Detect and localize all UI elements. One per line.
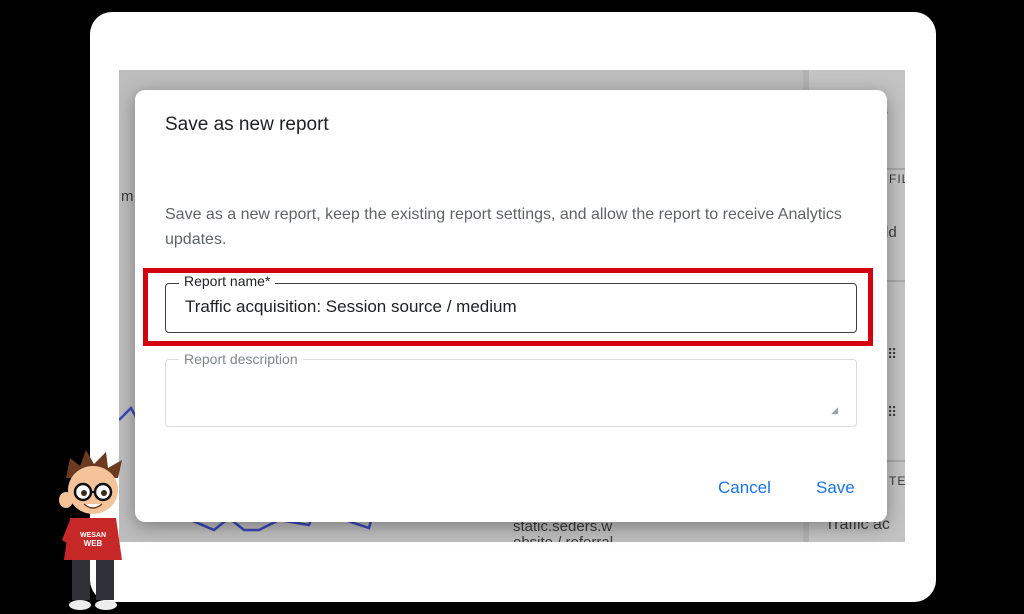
dialog-title: Save as new report (165, 114, 329, 135)
report-description-field[interactable]: Report description ◢ (165, 351, 857, 427)
drag-handle-icon: ⠿ (887, 346, 898, 362)
svg-text:WESAN: WESAN (80, 532, 106, 539)
background-text: ebsite / referral (513, 534, 613, 542)
svg-text:WEB: WEB (84, 539, 103, 548)
background-text: m (121, 188, 134, 205)
dialog-description: Save as a new report, keep the existing … (165, 206, 842, 248)
cancel-button[interactable]: Cancel (718, 478, 771, 498)
resize-handle-icon[interactable]: ◢ (831, 405, 838, 416)
mascot-logo: WESAN WEB (59, 450, 122, 610)
report-name-input[interactable]: Traffic acquisition: Session source / me… (185, 297, 517, 317)
background-text: TE (889, 474, 905, 488)
drag-handle-icon: ⠿ (887, 404, 898, 420)
report-name-label: Report name* (179, 273, 276, 289)
save-button[interactable]: Save (816, 478, 855, 498)
report-description-label: Report description (179, 351, 303, 367)
background-text: FIL (889, 172, 905, 186)
report-name-field[interactable]: Report name* Traffic acquisition: Sessio… (165, 273, 857, 333)
